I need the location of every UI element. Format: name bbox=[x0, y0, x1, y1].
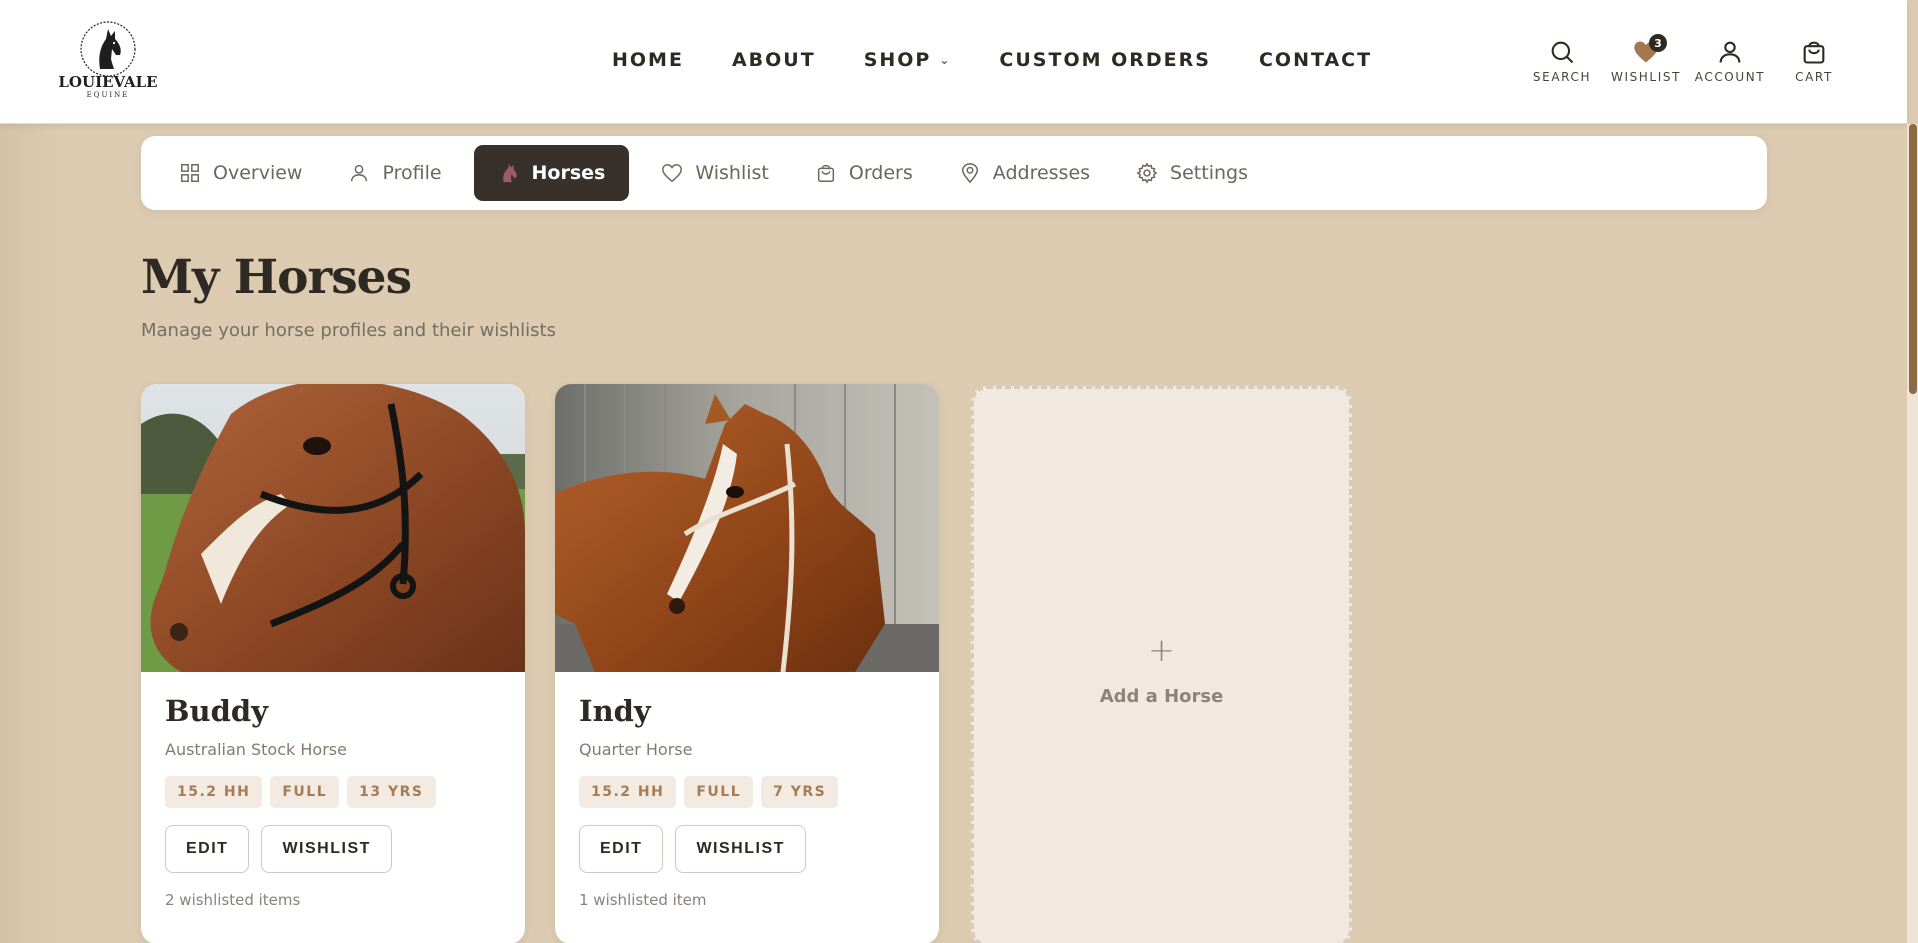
nav-contact[interactable]: CONTACT bbox=[1259, 49, 1372, 71]
horse-chips: 15.2 HH FULL 13 YRS bbox=[165, 776, 501, 808]
size-chip: FULL bbox=[684, 776, 754, 808]
page-title: My Horses bbox=[141, 250, 412, 305]
edit-button[interactable]: EDIT bbox=[579, 825, 664, 873]
wishlist-button[interactable]: WISHLIST bbox=[261, 825, 392, 873]
account-label: ACCOUNT bbox=[1694, 70, 1766, 84]
grid-icon bbox=[181, 164, 199, 182]
nav-about[interactable]: ABOUT bbox=[732, 49, 816, 71]
gear-icon bbox=[1136, 162, 1158, 184]
horse-card: Buddy Australian Stock Horse 15.2 HH FUL… bbox=[141, 384, 525, 943]
tab-settings-label: Settings bbox=[1170, 162, 1248, 184]
horse-photo-image bbox=[555, 384, 939, 672]
horse-breed: Australian Stock Horse bbox=[165, 740, 347, 759]
tab-profile-label: Profile bbox=[382, 162, 442, 184]
horse-card-body: Buddy Australian Stock Horse 15.2 HH FUL… bbox=[141, 672, 525, 929]
tab-overview-label: Overview bbox=[213, 162, 303, 184]
wishlist-button[interactable]: WISHLIST bbox=[675, 825, 806, 873]
map-pin-icon bbox=[961, 163, 978, 184]
account-button[interactable]: ACCOUNT bbox=[1688, 38, 1772, 84]
height-chip: 15.2 HH bbox=[579, 776, 677, 808]
tab-addresses[interactable]: Addresses bbox=[945, 145, 1104, 201]
nav-custom-orders[interactable]: CUSTOM ORDERS bbox=[999, 49, 1211, 71]
edit-button[interactable]: EDIT bbox=[165, 825, 250, 873]
tab-horses-label: Horses bbox=[531, 162, 606, 184]
horse-card: Indy Quarter Horse 15.2 HH FULL 7 YRS ED… bbox=[555, 384, 939, 943]
size-chip: FULL bbox=[270, 776, 340, 808]
horse-chips: 15.2 HH FULL 7 YRS bbox=[579, 776, 915, 808]
brand-logo[interactable]: LOUIEVALE EQUINE bbox=[58, 16, 158, 102]
horse-breed: Quarter Horse bbox=[579, 740, 693, 759]
bag-icon bbox=[817, 164, 834, 182]
wishlist-count: 2 wishlisted items bbox=[165, 891, 301, 909]
tab-wishlist-label: Wishlist bbox=[695, 162, 769, 184]
horse-photo[interactable] bbox=[555, 384, 939, 672]
age-chip: 7 YRS bbox=[761, 776, 839, 808]
scrollbar-thumb[interactable] bbox=[1909, 124, 1917, 394]
tab-horses[interactable]: Horses bbox=[473, 145, 630, 201]
horse-icon bbox=[502, 163, 517, 183]
horse-actions: EDIT WISHLIST bbox=[165, 825, 501, 873]
search-button[interactable]: SEARCH bbox=[1520, 38, 1604, 84]
tab-settings[interactable]: Settings bbox=[1122, 145, 1262, 201]
wishlist-count: 1 wishlisted item bbox=[579, 891, 707, 909]
main-nav: HOME ABOUT SHOP ⌄ CUSTOM ORDERS CONTACT bbox=[612, 48, 1420, 72]
horse-photo-image bbox=[141, 384, 525, 672]
tab-orders-label: Orders bbox=[848, 162, 913, 184]
tab-overview[interactable]: Overview bbox=[165, 145, 316, 201]
brand-name: LOUIEVALE bbox=[58, 73, 158, 91]
tab-addresses-label: Addresses bbox=[992, 162, 1091, 184]
left-shade bbox=[0, 124, 60, 943]
page-scrollbar[interactable] bbox=[1907, 124, 1918, 943]
wishlist-label: WISHLIST bbox=[1610, 70, 1682, 84]
nav-home[interactable]: HOME bbox=[612, 49, 684, 71]
nav-shop-label: SHOP bbox=[863, 49, 932, 71]
wishlist-button[interactable]: 3 WISHLIST bbox=[1604, 34, 1688, 84]
age-chip: 13 YRS bbox=[347, 776, 436, 808]
search-label: SEARCH bbox=[1532, 70, 1592, 84]
horse-name: Buddy bbox=[165, 694, 269, 728]
height-chip: 15.2 HH bbox=[165, 776, 263, 808]
plus-icon: + bbox=[1148, 630, 1175, 669]
horse-name: Indy bbox=[579, 694, 651, 728]
user-icon bbox=[1719, 41, 1741, 63]
page-subtitle: Manage your horse profiles and their wis… bbox=[141, 320, 556, 341]
horse-actions: EDIT WISHLIST bbox=[579, 825, 915, 873]
site-header: LOUIEVALE EQUINE HOME ABOUT SHOP ⌄ CUSTO… bbox=[0, 0, 1907, 124]
header-actions: SEARCH 3 WISHLIST ACCOUNT CART bbox=[1520, 34, 1856, 84]
cart-bag-icon bbox=[1803, 41, 1825, 64]
horse-card-body: Indy Quarter Horse 15.2 HH FULL 7 YRS ED… bbox=[555, 672, 939, 929]
tab-profile[interactable]: Profile bbox=[334, 145, 455, 201]
horse-logo-icon bbox=[80, 21, 136, 77]
cart-label: CART bbox=[1795, 70, 1833, 84]
nav-shop[interactable]: SHOP ⌄ bbox=[864, 49, 952, 71]
tab-wishlist[interactable]: Wishlist bbox=[647, 145, 783, 201]
heart-icon bbox=[662, 164, 683, 183]
cart-button[interactable]: CART bbox=[1772, 38, 1856, 84]
add-horse-label: Add a Horse bbox=[1099, 685, 1224, 707]
tab-orders[interactable]: Orders bbox=[801, 145, 927, 201]
account-tabs: Overview Profile Horses Wishlist Orders … bbox=[141, 136, 1767, 210]
brand-sub: EQUINE bbox=[86, 91, 130, 99]
chevron-down-icon: ⌄ bbox=[939, 53, 952, 67]
search-icon bbox=[1551, 41, 1574, 64]
add-horse-card[interactable]: + Add a Horse bbox=[971, 386, 1352, 943]
user-icon bbox=[351, 164, 368, 182]
horse-photo[interactable] bbox=[141, 384, 525, 672]
wishlist-count-badge: 3 bbox=[1649, 34, 1667, 52]
